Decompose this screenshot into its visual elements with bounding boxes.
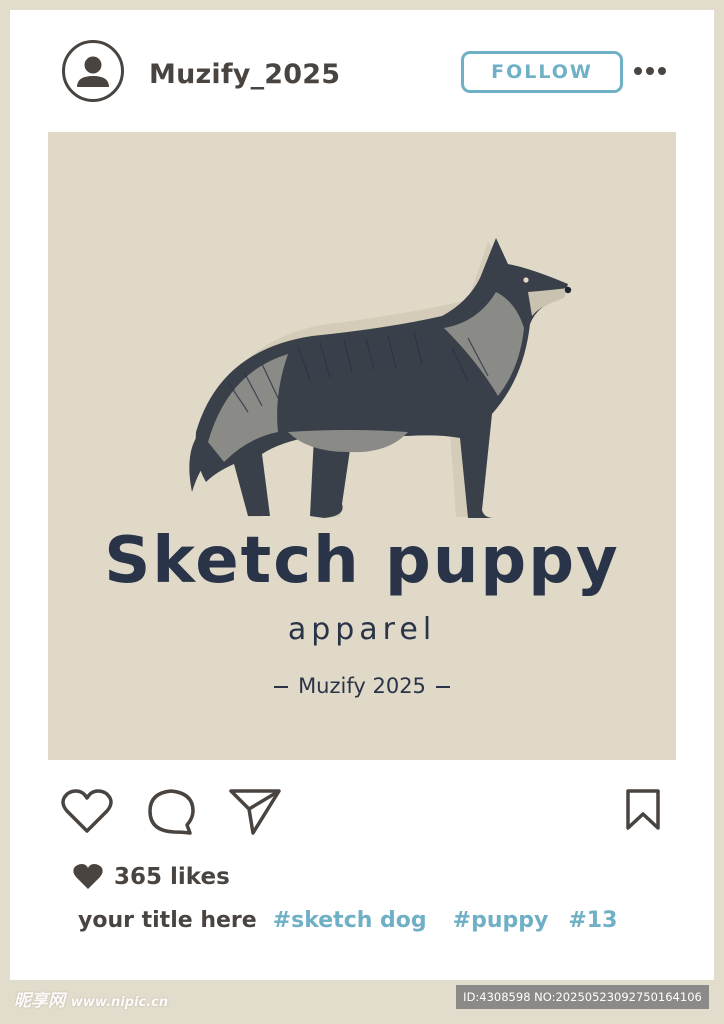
paper-plane-icon (229, 789, 281, 835)
heart-outline-icon (61, 789, 113, 833)
image-id-bar: ID:4308598 NO:20250523092750164106 (456, 985, 709, 1009)
likes-count[interactable]: 365 likes (114, 864, 230, 890)
likes-row: 365 likes (72, 860, 230, 894)
caption-row: your title here #sketch dog #puppy #13 (78, 908, 617, 933)
artwork-subtitle: apparel (287, 612, 437, 647)
save-button[interactable] (624, 788, 662, 832)
artwork-title: Sketch puppy (104, 524, 620, 598)
follow-button[interactable]: FOLLOW (461, 51, 623, 93)
husky-dog-illustration (189, 238, 572, 518)
avatar[interactable] (62, 40, 124, 102)
site-url: www.nipic.cn (70, 995, 169, 1010)
more-options-button[interactable] (634, 62, 666, 80)
bookmark-icon (626, 789, 660, 830)
hashtag[interactable]: #13 (568, 908, 617, 933)
artwork-credit: Muzify 2025 (48, 674, 676, 698)
site-name: 昵享网 (14, 991, 65, 1011)
username[interactable]: Muzify_2025 (149, 59, 340, 90)
heart-filled-icon (73, 864, 103, 889)
site-watermark: 昵享网 www.nipic.cn (14, 986, 168, 1011)
comment-bubble-icon (148, 789, 195, 835)
caption-title: your title here (78, 908, 257, 933)
hashtag[interactable]: #sketch dog (273, 908, 427, 933)
post-card: Muzify_2025 FOLLOW Sketch puppy apparel … (10, 10, 714, 980)
comment-button[interactable] (146, 787, 196, 837)
artwork-credit-text: Muzify 2025 (298, 674, 426, 698)
more-dots-icon (634, 67, 642, 75)
post-image[interactable]: Sketch puppy apparel Muzify 2025 (48, 132, 676, 760)
share-button[interactable] (228, 787, 282, 837)
like-button[interactable] (60, 788, 114, 836)
hashtag[interactable]: #puppy (453, 908, 549, 933)
user-avatar-icon (77, 56, 109, 87)
